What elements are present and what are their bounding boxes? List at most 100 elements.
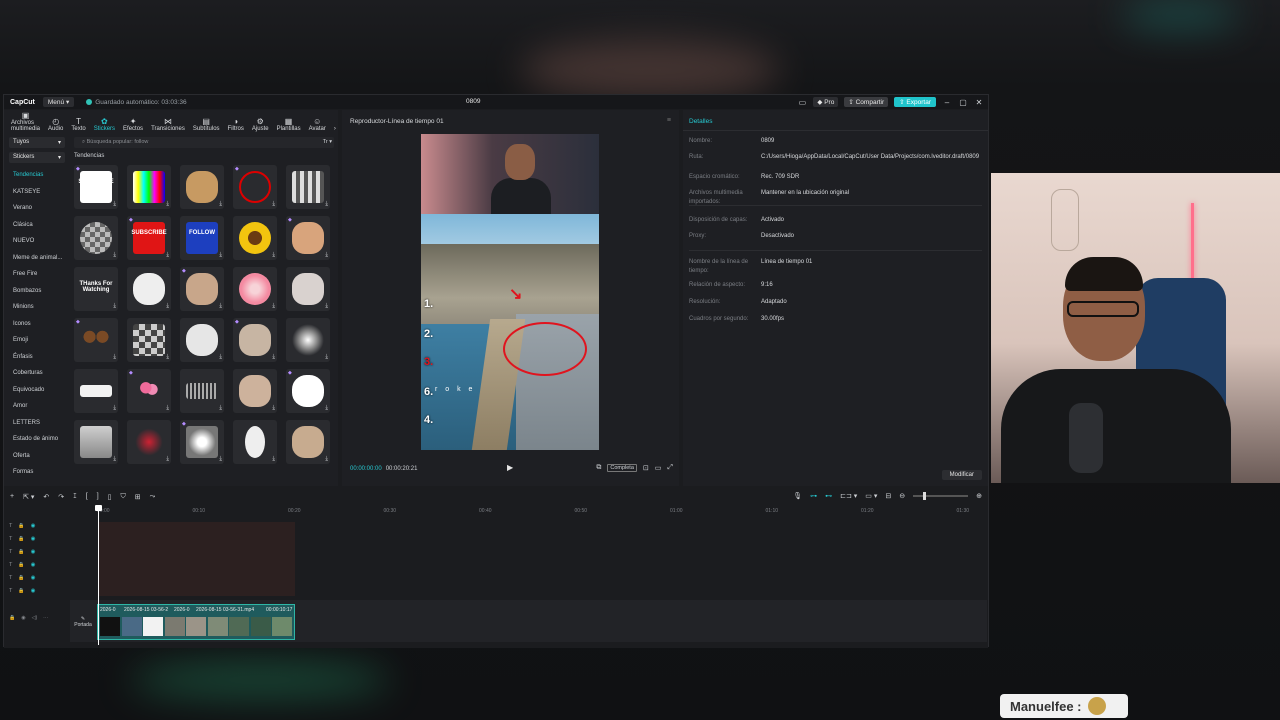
tool-audio[interactable]: ◴ Audio xyxy=(44,117,67,132)
split-left-icon[interactable]: [ xyxy=(86,493,88,501)
menu-button[interactable]: Menú ▾ xyxy=(42,97,75,107)
play-icon[interactable]: ▶ xyxy=(507,463,513,472)
cover-button[interactable]: ✎ Portada xyxy=(72,616,94,628)
sticker-audio-wave[interactable]: ⤓ xyxy=(180,369,224,413)
sticker-bow[interactable]: ⤓ xyxy=(127,420,171,464)
aspect-ratio-icon[interactable]: ▭ xyxy=(655,464,662,472)
sticker-pixel-blur[interactable]: ⤓ xyxy=(74,216,118,260)
modify-button[interactable]: Modificar xyxy=(941,470,982,480)
pro-button[interactable]: ◆ Pro xyxy=(813,97,839,107)
download-icon[interactable]: ⤓ xyxy=(325,405,328,412)
category-item[interactable]: Emoji xyxy=(9,332,65,349)
tool-avatar[interactable]: ☺ Avatar xyxy=(305,117,330,132)
download-icon[interactable]: ⤓ xyxy=(113,303,116,310)
sticker-cat-kiss[interactable]: ◆ ⤓ xyxy=(286,216,330,260)
download-icon[interactable]: ⤓ xyxy=(166,456,169,463)
sticker-pixel-bar[interactable]: ⤓ xyxy=(286,165,330,209)
text-filter-icon[interactable]: Tr ▾ xyxy=(323,137,332,148)
sticker-follow-button[interactable]: FOLLOW ⤓ xyxy=(180,216,224,260)
more-icon[interactable]: ⋯ xyxy=(43,615,48,621)
category-item[interactable]: Formas xyxy=(9,464,65,481)
microphone-icon[interactable]: 🎙 xyxy=(793,492,802,500)
split-icon[interactable]: ꕯ xyxy=(73,493,77,501)
category-item[interactable]: Verano xyxy=(9,200,65,217)
download-icon[interactable]: ⤓ xyxy=(272,252,275,259)
download-icon[interactable]: ⤓ xyxy=(113,456,116,463)
sticker-subscribe-button[interactable]: SUBSCRIBE ◆ ⤓ xyxy=(127,216,171,260)
category-item[interactable]: Amor xyxy=(9,398,65,415)
sticker-red-scribble[interactable]: ◆ ⤓ xyxy=(233,165,277,209)
category-item[interactable]: Minions xyxy=(9,299,65,316)
category-item[interactable]: NUEVO xyxy=(9,233,65,250)
video-clips[interactable]: 2026-0 2026-08-15 03-56-2 2026-0 2026-08-15… xyxy=(97,604,295,640)
compare-button[interactable]: Completa xyxy=(607,464,637,472)
fullscreen-icon[interactable]: ⤢ xyxy=(667,464,673,472)
sticker-glow-orb[interactable]: ⤓ xyxy=(286,318,330,362)
tool-effects[interactable]: ✦ Efectos xyxy=(119,117,147,132)
download-icon[interactable]: ⤓ xyxy=(166,303,169,310)
tuyos-dropdown[interactable]: Tuyos ▾ xyxy=(9,137,65,148)
lock-icon[interactable]: 🔒 xyxy=(9,615,15,621)
sticker-thanks-text[interactable]: THanks For Watching ⤓ xyxy=(74,267,118,311)
category-item[interactable]: Equivocado xyxy=(9,382,65,399)
tool-templates[interactable]: ▦ Plantillas xyxy=(273,117,305,132)
download-icon[interactable]: ⤓ xyxy=(166,354,169,361)
split-right-icon[interactable]: ] xyxy=(97,493,99,501)
tool-media[interactable]: ▣ Archivos multimedia xyxy=(7,111,44,132)
lock-icon[interactable]: 🔒 xyxy=(18,536,24,542)
category-item[interactable]: Free Fire xyxy=(9,266,65,283)
sticker-pixel-mosaic[interactable]: ⤓ xyxy=(127,318,171,362)
sticker-cat[interactable]: ⤓ xyxy=(180,165,224,209)
tool-adjust[interactable]: ⚙ Ajuste xyxy=(248,117,273,132)
zoom-in-icon[interactable]: ⊕ xyxy=(976,492,982,500)
sticker-cat-flowers[interactable]: ⤓ xyxy=(286,267,330,311)
sticker-cloud-face[interactable]: ◆ ⤓ xyxy=(286,369,330,413)
category-item[interactable]: Coberturas xyxy=(9,365,65,382)
magnet-icon[interactable]: ⊷ xyxy=(825,492,832,500)
download-icon[interactable]: ⤓ xyxy=(272,456,275,463)
sticker-search-input[interactable]: ⌕ Búsqueda popular: follow Tr ▾ xyxy=(74,137,334,148)
download-icon[interactable]: ⤓ xyxy=(325,303,328,310)
download-icon[interactable]: ⤓ xyxy=(325,201,328,208)
tool-stickers[interactable]: ✿ Stickers xyxy=(90,117,119,132)
lock-icon[interactable]: 🔒 xyxy=(18,562,24,568)
download-icon[interactable]: ⤓ xyxy=(272,201,275,208)
crop-icon[interactable]: ⧉ xyxy=(596,464,601,472)
download-icon[interactable]: ⤓ xyxy=(166,201,169,208)
sticker-sunflower[interactable]: ⤓ xyxy=(233,216,277,260)
select-cursor-icon[interactable]: ⇱ ▾ xyxy=(23,493,34,501)
shield-icon[interactable]: ⛉ xyxy=(121,493,126,501)
category-item[interactable]: Oferta xyxy=(9,448,65,465)
sticker-skull[interactable]: ⤓ xyxy=(233,420,277,464)
download-icon[interactable]: ⤓ xyxy=(219,201,222,208)
download-icon[interactable]: ⤓ xyxy=(113,405,116,412)
lock-icon[interactable]: 🔒 xyxy=(18,549,24,555)
category-item[interactable]: Énfasis xyxy=(9,349,65,366)
overlay-tracks-region[interactable] xyxy=(98,522,295,596)
category-item[interactable]: Clásica xyxy=(9,217,65,234)
eye-icon[interactable]: ◉ xyxy=(31,549,36,555)
download-icon[interactable]: ⤓ xyxy=(166,405,169,412)
category-item[interactable]: Bombazos xyxy=(9,283,65,300)
download-icon[interactable]: ⤓ xyxy=(272,303,275,310)
download-icon[interactable]: ⤓ xyxy=(113,354,116,361)
eye-icon[interactable]: ◉ xyxy=(21,615,25,621)
download-icon[interactable]: ⤓ xyxy=(219,252,222,259)
sticker-cat-sign[interactable]: ⤓ xyxy=(286,420,330,464)
eye-icon[interactable]: ◉ xyxy=(31,523,36,529)
tool-filters[interactable]: ◑ Filtros xyxy=(224,117,248,132)
lock-icon[interactable]: 🔒 xyxy=(18,523,24,529)
download-icon[interactable]: ⤓ xyxy=(272,405,275,412)
sticker-lily[interactable]: ◆ ⤓ xyxy=(180,420,224,464)
add-track-icon[interactable]: + xyxy=(10,493,14,501)
video-preview[interactable]: ↘ 1. 2. 3. 6. r o k e 4. xyxy=(421,134,599,450)
category-item[interactable]: Estado de ánimo xyxy=(9,431,65,448)
preview-axis-icon[interactable]: ⊏⊐ ▾ xyxy=(840,492,857,500)
sticker-skull-cat[interactable]: ⤓ xyxy=(127,267,171,311)
playhead[interactable] xyxy=(95,505,102,645)
download-icon[interactable]: ⤓ xyxy=(219,303,222,310)
redo-icon[interactable]: ↷ xyxy=(58,493,64,501)
sticker-cowboy-skull[interactable]: ⤓ xyxy=(180,318,224,362)
maximize-icon[interactable]: ▢ xyxy=(958,98,968,107)
download-icon[interactable]: ⤓ xyxy=(219,354,222,361)
